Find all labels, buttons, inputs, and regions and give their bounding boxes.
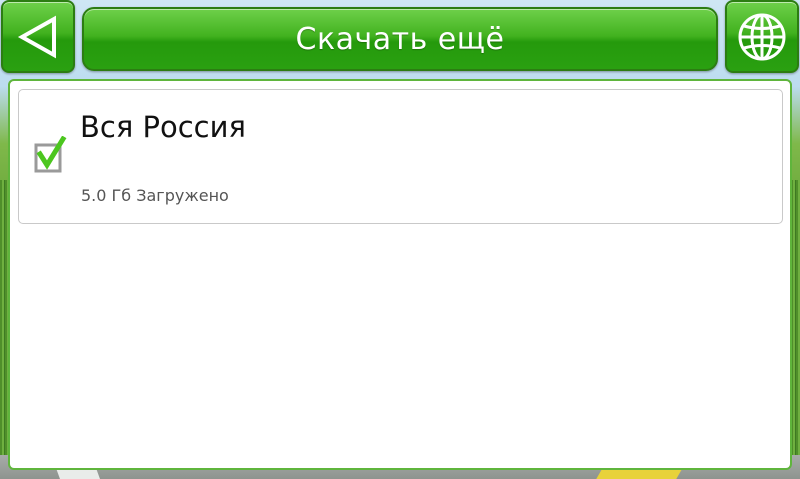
page-title: Скачать ещё <box>295 21 505 57</box>
list-item-title: Вся Россия <box>80 110 246 144</box>
content-panel: Вся Россия 5.0 Гб Загружено <box>8 79 792 470</box>
list-item[interactable]: Вся Россия 5.0 Гб Загружено <box>18 89 783 224</box>
globe-icon <box>727 2 797 71</box>
app-screen: Скачать ещё Вся Россия 5.0 Гб Загружено <box>0 0 800 479</box>
back-arrow-icon <box>3 2 73 71</box>
title-bar: Скачать ещё <box>82 7 718 71</box>
list-item-status: 5.0 Гб Загружено <box>81 186 229 205</box>
back-button[interactable] <box>1 0 75 73</box>
globe-button[interactable] <box>725 0 799 73</box>
checkbox-checked-icon[interactable] <box>33 135 67 176</box>
